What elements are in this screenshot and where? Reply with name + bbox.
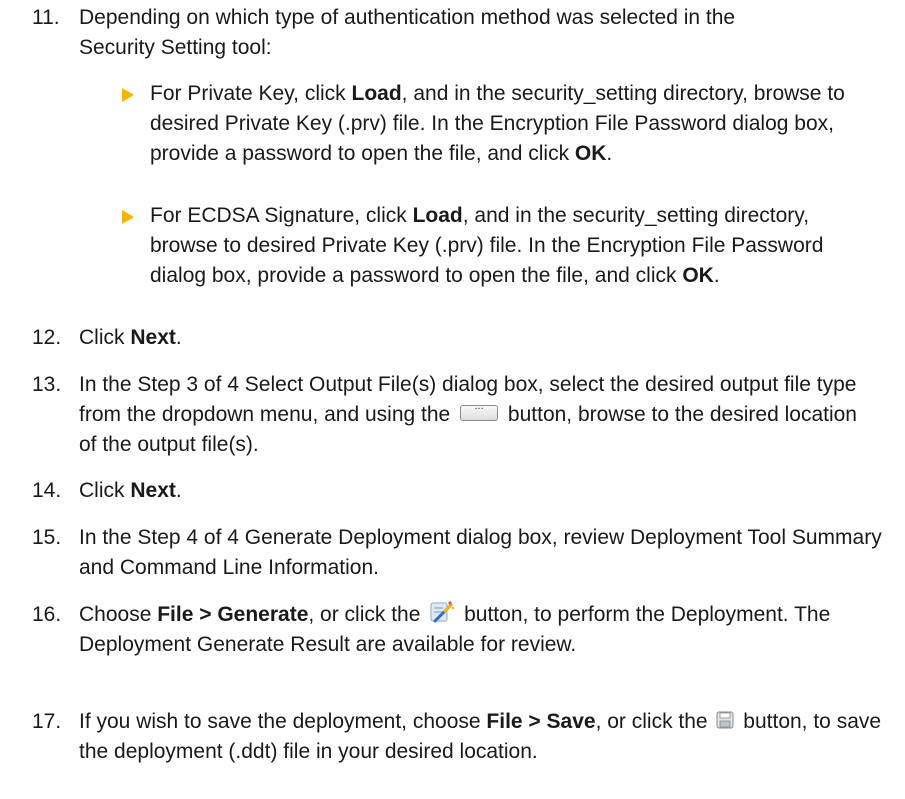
step-bold-file-generate: File > Generate: [157, 603, 309, 626]
step-text: Depending on which type of authenticatio…: [79, 3, 892, 63]
step-text-part: Choose: [79, 603, 158, 626]
step-13: 13. In the Step 3 of 4 Select Output Fil…: [32, 370, 862, 460]
step-text: In the Step 3 of 4 Select Output File(s)…: [79, 370, 862, 460]
bullet-ecdsa-signature: For ECDSA Signature, click Load, and in …: [122, 201, 862, 291]
step-bold-next: Next: [130, 326, 176, 349]
step-number: 13.: [32, 373, 62, 396]
bullet-bold-ok: OK: [682, 264, 714, 287]
bullet-text: For ECDSA Signature, click Load, and in …: [150, 201, 862, 291]
bullet-text: For Private Key, click Load, and in the …: [150, 79, 862, 169]
triangle-bullet-icon: [122, 210, 134, 224]
document-page: 11. Depending on which type of authentic…: [0, 0, 905, 799]
step-text: In the Step 4 of 4 Generate Deployment d…: [79, 526, 882, 579]
bullet-text-part: For ECDSA Signature, click: [150, 204, 413, 227]
bullet-private-key: For Private Key, click Load, and in the …: [122, 79, 862, 169]
step-text-part: .: [175, 479, 182, 502]
floppy-save-icon: [716, 711, 734, 729]
step-12: 12. Click Next.: [32, 323, 892, 353]
step-bold-file-save: File > Save: [486, 710, 596, 733]
step-number: 12.: [32, 326, 62, 349]
step-bold-next: Next: [130, 479, 176, 502]
step-11: 11. Depending on which type of authentic…: [32, 3, 892, 63]
step-text-part: , or click the: [595, 710, 708, 733]
step-text-part: .: [175, 326, 182, 349]
step-number: 11.: [32, 6, 60, 29]
step-11-line-2: Security Setting tool:: [79, 36, 272, 59]
step-16: 16. Choose File > Generate, or click the…: [32, 600, 902, 660]
generate-wand-icon: [430, 601, 455, 623]
step-number: 16.: [32, 603, 62, 626]
step-number: 14.: [32, 479, 62, 502]
step-15: 15. In the Step 4 of 4 Generate Deployme…: [32, 523, 902, 583]
step-text: If you wish to save the deployment, choo…: [79, 707, 902, 767]
step-11-line-1: Depending on which type of authenticatio…: [79, 6, 736, 29]
ellipsis-browse-button-icon: [460, 396, 499, 422]
bullet-bold-ok: OK: [574, 142, 607, 165]
bullet-bold-load: Load: [351, 82, 402, 105]
step-number: 15.: [32, 526, 62, 549]
step-text-part: , or click the: [308, 603, 421, 626]
step-text: Choose File > Generate, or click the but…: [79, 600, 902, 660]
bullet-bold-load: Load: [412, 204, 463, 227]
step-14: 14. Click Next.: [32, 476, 892, 506]
bullet-text-part: For Private Key, click: [150, 82, 352, 105]
step-text: Click Next.: [79, 476, 892, 506]
step-text-part: If you wish to save the deployment, choo…: [79, 710, 487, 733]
step-17: 17. If you wish to save the deployment, …: [32, 707, 902, 767]
step-text-part: Click: [79, 326, 131, 349]
bullet-text-part: .: [606, 142, 613, 165]
triangle-bullet-icon: [122, 88, 134, 102]
step-text-part: Click: [79, 479, 131, 502]
bullet-text-part: .: [713, 264, 720, 287]
step-text: Click Next.: [79, 323, 892, 353]
step-number: 17.: [32, 710, 62, 733]
